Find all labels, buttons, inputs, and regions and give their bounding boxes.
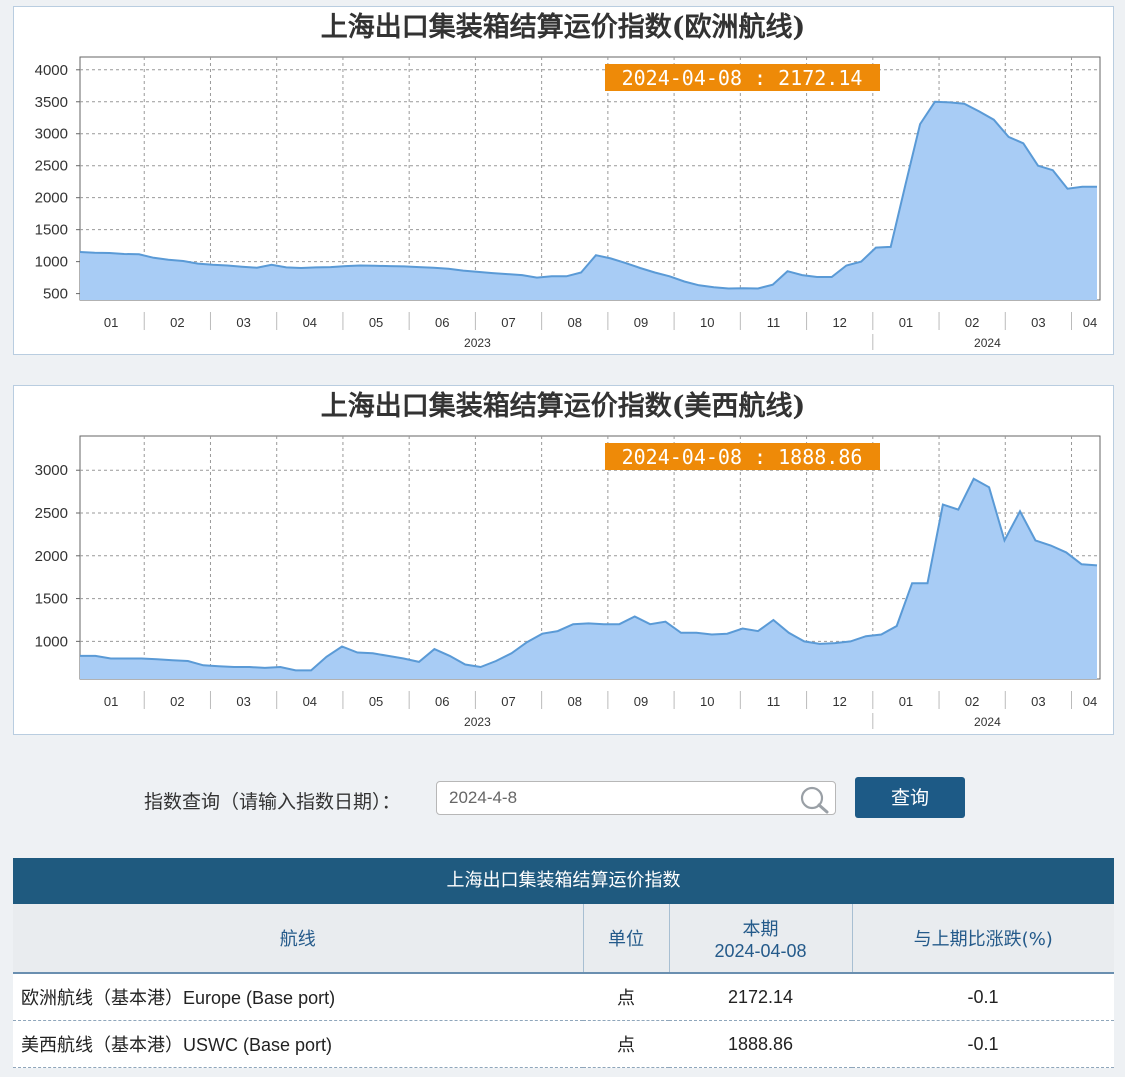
index-table-grid: 航线 单位 本期 2024-04-08 与上期比涨跌(%) 欧洲航线（基本港）E…	[13, 904, 1114, 1068]
row-route: 欧洲航线（基本港）Europe (Base port)	[13, 973, 583, 1021]
y-tick-label: 2500	[35, 158, 68, 175]
x-tick-label: 02	[965, 315, 979, 330]
header-current-label: 本期	[742, 918, 779, 940]
x-tick-label: 06	[435, 315, 449, 330]
x-tick-label: 11	[767, 694, 781, 709]
header-unit: 单位	[582, 904, 669, 974]
x-year-label: 2024	[974, 336, 1001, 350]
x-tick-label: 03	[1031, 315, 1045, 330]
query-button[interactable]: 查询	[855, 777, 965, 818]
date-input-value: 2024-4-8	[449, 788, 518, 807]
x-tick-label: 02	[170, 315, 184, 330]
x-tick-label: 12	[832, 694, 846, 709]
x-tick-label: 01	[899, 315, 913, 330]
row-unit: 点	[583, 1020, 669, 1068]
table-title: 上海出口集装箱结算运价指数	[13, 858, 1114, 904]
x-tick-label: 08	[568, 694, 582, 709]
x-tick-label: 09	[634, 694, 648, 709]
chart-title: 上海出口集装箱结算运价指数(欧洲航线)	[321, 11, 806, 43]
row-value: 2172.14	[669, 973, 852, 1021]
x-tick-label: 01	[104, 315, 118, 330]
query-label: 指数查询（请输入指数日期）：	[144, 791, 401, 813]
europe-chart-panel: 上海出口集装箱结算运价指数(欧洲航线) 500 1000 1500 2000 2500 30…	[13, 6, 1114, 355]
x-year-label: 2024	[974, 715, 1001, 729]
value-tooltip-text: 2024-04-08 : 1888.86	[622, 445, 863, 469]
x-tick-label: 10	[700, 315, 714, 330]
uswc-chart-panel: 上海出口集装箱结算运价指数(美西航线) 1000 1500 2000 2500 3000 0…	[13, 385, 1114, 735]
y-tick-label: 1000	[35, 633, 68, 650]
header-change: 与上期比涨跌(%)	[851, 904, 1114, 974]
y-tick-label: 2000	[35, 190, 68, 207]
x-tick-label: 03	[1031, 694, 1045, 709]
y-tick-label: 3500	[35, 94, 68, 111]
x-tick-label: 03	[236, 694, 250, 709]
row-unit: 点	[583, 973, 669, 1021]
y-tick-label: 2500	[35, 505, 68, 522]
x-tick-label: 08	[568, 315, 582, 330]
index-query-bar: 指数查询（请输入指数日期）： 2024-4-8 查询	[0, 777, 1125, 819]
y-tick-label: 1500	[35, 591, 68, 608]
table-row: 欧洲航线（基本港）Europe (Base port) 点 2172.14 -0…	[13, 973, 1114, 1021]
header-current-date: 2024-04-08	[714, 940, 807, 961]
index-table: 上海出口集装箱结算运价指数 航线 单位 本期 2024-04-08 与上期比涨跌…	[13, 858, 1114, 1068]
x-tick-label: 10	[700, 694, 714, 709]
x-tick-label: 01	[104, 694, 118, 709]
x-year-label: 2023	[464, 336, 491, 350]
x-year-label: 2023	[464, 715, 491, 729]
x-tick-label: 09	[634, 315, 648, 330]
y-tick-label: 1500	[35, 222, 68, 239]
table-row: 美西航线（基本港）USWC (Base port) 点 1888.86 -0.1	[13, 1020, 1114, 1068]
x-tick-label: 02	[965, 694, 979, 709]
y-tick-label: 4000	[35, 62, 68, 79]
search-icon[interactable]	[799, 786, 829, 814]
row-value: 1888.86	[669, 1020, 852, 1068]
y-tick-label: 3000	[35, 462, 68, 479]
x-tick-label: 04	[303, 315, 317, 330]
chart-title: 上海出口集装箱结算运价指数(美西航线)	[321, 390, 806, 422]
x-tick-label: 04	[1083, 315, 1097, 330]
x-tick-label: 04	[1083, 694, 1097, 709]
x-tick-label: 02	[170, 694, 184, 709]
x-tick-label: 12	[832, 315, 846, 330]
x-tick-label: 01	[899, 694, 913, 709]
uswc-index-chart: 上海出口集装箱结算运价指数(美西航线) 1000 1500 2000 2500 3000 0…	[35, 390, 1101, 729]
europe-index-chart: 上海出口集装箱结算运价指数(欧洲航线) 500 1000 1500 2000 2500 30…	[35, 11, 1101, 350]
header-route: 航线	[13, 904, 583, 974]
x-tick-label: 03	[236, 315, 250, 330]
y-tick-label: 1000	[35, 254, 68, 271]
y-tick-label: 500	[43, 286, 68, 303]
table-header-row: 航线 单位 本期 2024-04-08 与上期比涨跌(%)	[13, 904, 1114, 974]
x-tick-label: 05	[369, 694, 383, 709]
row-route: 美西航线（基本港）USWC (Base port)	[13, 1020, 583, 1068]
date-input[interactable]: 2024-4-8	[436, 781, 836, 815]
row-change: -0.1	[852, 973, 1114, 1021]
header-current: 本期 2024-04-08	[668, 904, 852, 974]
row-change: -0.1	[852, 1020, 1114, 1068]
x-tick-label: 07	[501, 694, 515, 709]
x-tick-label: 06	[435, 694, 449, 709]
x-tick-label: 04	[303, 694, 317, 709]
y-tick-label: 2000	[35, 548, 68, 565]
x-tick-label: 11	[767, 315, 781, 330]
value-tooltip-text: 2024-04-08 : 2172.14	[622, 66, 863, 90]
x-tick-label: 07	[501, 315, 515, 330]
x-tick-label: 05	[369, 315, 383, 330]
y-tick-label: 3000	[35, 126, 68, 143]
